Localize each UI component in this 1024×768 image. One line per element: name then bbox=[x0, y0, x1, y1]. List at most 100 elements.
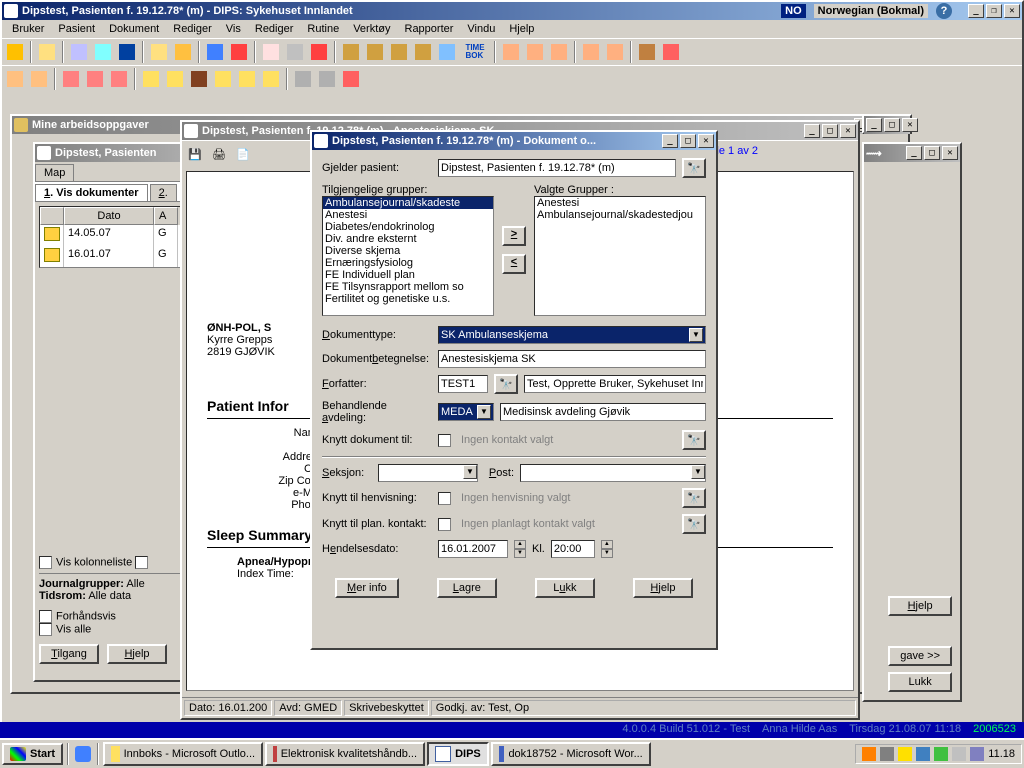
lagre-button[interactable]: Lagre bbox=[437, 578, 497, 598]
taskbar-item-outlook[interactable]: Innboks - Microsoft Outlo... bbox=[103, 742, 263, 766]
close-button[interactable]: ✕ bbox=[840, 124, 856, 138]
tb-icon[interactable] bbox=[36, 41, 58, 63]
post-select[interactable]: ▼ bbox=[520, 464, 706, 482]
tb-icon[interactable] bbox=[260, 41, 282, 63]
taskbar-item-elektronisk[interactable]: Elektronisk kvalitetshåndb... bbox=[265, 742, 425, 766]
list-item[interactable]: Anestesi bbox=[535, 197, 705, 209]
dialog-titlebar[interactable]: Dipstest, Pasienten f. 19.12.78* (m) - D… bbox=[312, 132, 716, 150]
tray-icon[interactable] bbox=[952, 747, 966, 761]
time-spin-up[interactable]: ▲ bbox=[601, 540, 613, 549]
tb-icon[interactable] bbox=[188, 68, 210, 90]
maximize-button[interactable]: □ bbox=[680, 134, 696, 148]
minimize-button[interactable]: _ bbox=[866, 118, 882, 132]
menu-bruker[interactable]: Bruker bbox=[6, 22, 50, 36]
tb-icon[interactable] bbox=[660, 41, 682, 63]
taskbar-item-word[interactable]: dok18752 - Microsoft Wor... bbox=[491, 742, 651, 766]
maximize-button[interactable]: □ bbox=[822, 124, 838, 138]
tb-icon[interactable] bbox=[500, 41, 522, 63]
tray-icon[interactable] bbox=[970, 747, 984, 761]
app-restore-button[interactable]: ❐ bbox=[986, 4, 1002, 18]
mer-info-button[interactable]: Mer info bbox=[335, 578, 399, 598]
gjelder-pasient-input[interactable] bbox=[438, 159, 676, 177]
tb-icon[interactable] bbox=[604, 41, 626, 63]
tb-icon[interactable] bbox=[260, 68, 282, 90]
doc-icon[interactable]: 📄 bbox=[232, 143, 254, 165]
search-plan-button[interactable]: 🔭 bbox=[682, 514, 706, 534]
vis-alle-checkbox[interactable] bbox=[39, 623, 52, 636]
tb-icon[interactable] bbox=[292, 68, 314, 90]
print-icon[interactable]: 🖨 bbox=[208, 143, 230, 165]
tb-icon[interactable] bbox=[212, 68, 234, 90]
tray-icon[interactable] bbox=[934, 747, 948, 761]
save-icon[interactable]: 💾 bbox=[184, 143, 206, 165]
language-indicator[interactable]: NO bbox=[781, 4, 806, 18]
search-kontakt-button[interactable]: 🔭 bbox=[682, 430, 706, 450]
app-minimize-button[interactable]: _ bbox=[968, 4, 984, 18]
menu-rapporter[interactable]: Rapporter bbox=[399, 22, 460, 36]
forfatter-name-input[interactable] bbox=[524, 375, 706, 393]
tb-icon[interactable] bbox=[164, 68, 186, 90]
close-button[interactable]: ✕ bbox=[942, 146, 958, 160]
lukk-button[interactable]: Lukk bbox=[535, 578, 595, 598]
list-item[interactable]: Fertilitet og genetiske u.s. bbox=[323, 293, 493, 305]
tb-icon[interactable] bbox=[308, 41, 330, 63]
tb-icon[interactable] bbox=[316, 68, 338, 90]
tray-icon[interactable] bbox=[916, 747, 930, 761]
search-patient-button[interactable]: 🔭 bbox=[682, 158, 706, 178]
minimize-button[interactable]: _ bbox=[804, 124, 820, 138]
right-panel-titlebar[interactable]: ⟿ _ □ ✕ bbox=[864, 144, 960, 162]
tb-icon[interactable] bbox=[4, 41, 26, 63]
hjelp-button[interactable]: Hjelp bbox=[107, 644, 167, 664]
tb-timebok-icon[interactable]: TIMEBOK bbox=[460, 41, 490, 63]
date-spin-down[interactable]: ▼ bbox=[514, 549, 526, 558]
date-spin-up[interactable]: ▲ bbox=[514, 540, 526, 549]
hjelp-button[interactable]: Hjelp bbox=[633, 578, 693, 598]
tab-map[interactable]: Map bbox=[35, 164, 74, 181]
col-a[interactable]: A bbox=[154, 207, 178, 225]
help-icon[interactable]: ? bbox=[936, 3, 952, 19]
tb-icon[interactable] bbox=[548, 41, 570, 63]
menu-hjelp[interactable]: Hjelp bbox=[503, 22, 540, 36]
kl-input[interactable] bbox=[551, 540, 595, 558]
close-button[interactable]: ✕ bbox=[902, 118, 918, 132]
add-group-button[interactable]: > bbox=[502, 226, 526, 246]
tray-icon[interactable] bbox=[898, 747, 912, 761]
menu-vindu[interactable]: Vindu bbox=[461, 22, 501, 36]
search-forfatter-button[interactable]: 🔭 bbox=[494, 374, 518, 394]
app-close-button[interactable]: ✕ bbox=[1004, 4, 1020, 18]
forhandsvis-checkbox[interactable] bbox=[39, 610, 52, 623]
tb-icon[interactable] bbox=[340, 68, 362, 90]
tb-icon[interactable] bbox=[636, 41, 658, 63]
tray-icon[interactable] bbox=[880, 747, 894, 761]
list-item[interactable]: Diverse skjema bbox=[323, 245, 493, 257]
close-button[interactable]: ✕ bbox=[698, 134, 714, 148]
tb-icon[interactable] bbox=[28, 68, 50, 90]
list-item[interactable]: FE Individuell plan bbox=[323, 269, 493, 281]
behandlende-code-select[interactable]: MEDA▼ bbox=[438, 403, 494, 421]
knytt-henvisning-checkbox[interactable] bbox=[438, 492, 451, 505]
search-henvisning-button[interactable]: 🔭 bbox=[682, 488, 706, 508]
time-spin-down[interactable]: ▼ bbox=[601, 549, 613, 558]
quicklaunch-icon[interactable] bbox=[73, 744, 93, 764]
tb-icon[interactable] bbox=[172, 41, 194, 63]
list-item[interactable]: Ernæringsfysiolog bbox=[323, 257, 493, 269]
tb-icon[interactable] bbox=[92, 41, 114, 63]
list-item[interactable]: Ambulansejournal/skadeste bbox=[323, 197, 493, 209]
start-button[interactable]: Start bbox=[2, 743, 63, 765]
vis-kolonneliste-checkbox[interactable] bbox=[39, 556, 52, 569]
list-item[interactable]: Anestesi bbox=[323, 209, 493, 221]
behandlende-name-input[interactable] bbox=[500, 403, 706, 421]
hendelsesdato-input[interactable] bbox=[438, 540, 508, 558]
dokumenttype-select[interactable]: SK Ambulanseskjema▼ bbox=[438, 326, 706, 344]
tb-icon[interactable] bbox=[524, 41, 546, 63]
maximize-button[interactable]: □ bbox=[884, 118, 900, 132]
tb-icon[interactable] bbox=[68, 41, 90, 63]
minimize-button[interactable]: _ bbox=[662, 134, 678, 148]
tb-icon[interactable] bbox=[580, 41, 602, 63]
menu-vis[interactable]: Vis bbox=[220, 22, 247, 36]
maximize-button[interactable]: □ bbox=[924, 146, 940, 160]
tb-icon[interactable] bbox=[148, 41, 170, 63]
menu-pasient[interactable]: Pasient bbox=[52, 22, 101, 36]
hjelp-button[interactable]: Hjelp bbox=[888, 596, 952, 616]
tb-icon[interactable] bbox=[388, 41, 410, 63]
